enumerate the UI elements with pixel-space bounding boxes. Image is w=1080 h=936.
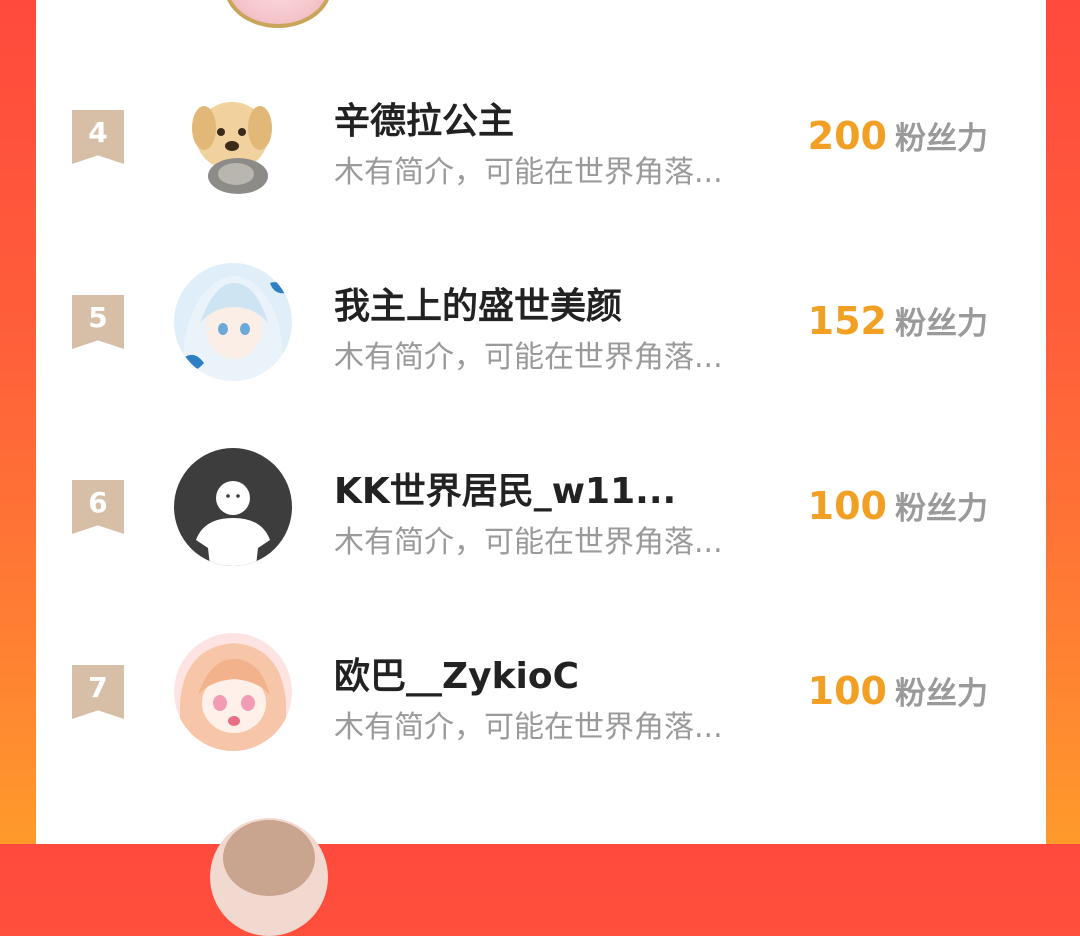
- avatar[interactable]: [174, 448, 292, 566]
- fans-score: 152 粉丝力: [808, 298, 988, 343]
- fans-score: 200 粉丝力: [808, 113, 988, 158]
- ranking-card: 4 辛德拉公主 木有简介，可能在世界角落... 200 粉丝力 5 我主上的盛世…: [36, 0, 1046, 936]
- anime-girl-icon: [174, 263, 292, 381]
- user-bio: 木有简介，可能在世界角落...: [334, 525, 723, 560]
- list-item[interactable]: 5 我主上的盛世美颜 木有简介，可能在世界角落... 152 粉丝力: [36, 230, 1046, 415]
- user-bio: 木有简介，可能在世界角落...: [334, 710, 723, 745]
- avatar[interactable]: [174, 78, 292, 196]
- fans-label: 粉丝力: [895, 491, 988, 527]
- default-person-icon: [174, 448, 292, 566]
- fans-number: 200: [807, 114, 887, 158]
- user-name[interactable]: KK世界居民_w11...: [334, 462, 676, 514]
- anime-girl-icon: [174, 633, 292, 751]
- list-item[interactable]: 6 KK世界居民_w11... 木有简介，可能在世界角落... 100 粉丝力: [36, 415, 1046, 600]
- rank-badge: 7: [72, 665, 124, 719]
- avatar-top-partial[interactable]: [224, 0, 332, 28]
- list-item[interactable]: 7 欧巴__ZykioC 木有简介，可能在世界角落... 100 粉丝力: [36, 600, 1046, 785]
- user-name[interactable]: 欧巴__ZykioC: [334, 647, 579, 699]
- avatar[interactable]: [174, 263, 292, 381]
- fans-number: 100: [807, 669, 887, 713]
- user-name[interactable]: 辛德拉公主: [334, 92, 514, 144]
- rank-badge: 5: [72, 295, 124, 349]
- fans-label: 粉丝力: [895, 121, 988, 157]
- user-bio: 木有简介，可能在世界角落...: [334, 155, 723, 190]
- fans-number: 100: [807, 484, 887, 528]
- user-bio: 木有简介，可能在世界角落...: [334, 340, 723, 375]
- fans-number: 152: [807, 299, 887, 343]
- fans-label: 粉丝力: [895, 306, 988, 342]
- avatar-partial[interactable]: [210, 818, 328, 936]
- list-item[interactable]: 4 辛德拉公主 木有简介，可能在世界角落... 200 粉丝力: [36, 45, 1046, 230]
- fans-score: 100 粉丝力: [808, 668, 988, 713]
- puppy-kitten-icon: [174, 78, 292, 196]
- rank-badge: 4: [72, 110, 124, 164]
- fans-score: 100 粉丝力: [808, 483, 988, 528]
- avatar-partial-icon: [210, 818, 328, 936]
- rank-badge: 6: [72, 480, 124, 534]
- avatar[interactable]: [174, 633, 292, 751]
- user-name[interactable]: 我主上的盛世美颜: [334, 277, 622, 329]
- fans-label: 粉丝力: [895, 676, 988, 712]
